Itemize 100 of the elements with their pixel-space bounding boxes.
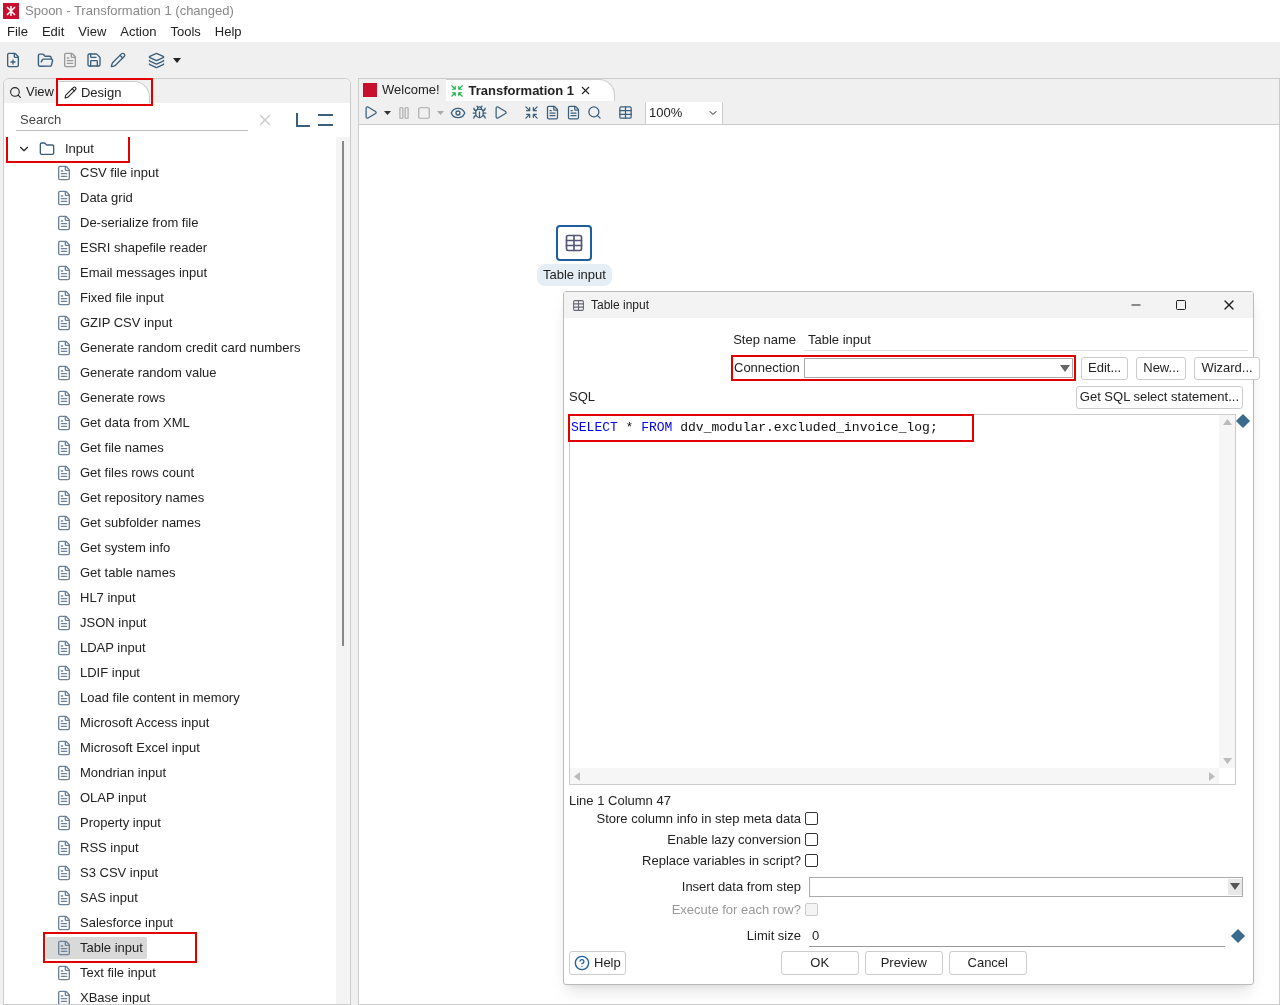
tree-item[interactable]: Generate rows (46, 386, 170, 409)
dialog-button[interactable]: Preview (864, 951, 943, 975)
checkbox[interactable] (805, 854, 818, 867)
connection-button[interactable]: Wizard... (1194, 356, 1260, 380)
save-icon[interactable] (86, 52, 102, 68)
grid-icon[interactable] (618, 105, 633, 120)
tree-item[interactable]: GZIP CSV input (46, 311, 177, 334)
tree-item[interactable]: Fixed file input (46, 286, 168, 309)
step-icon (56, 489, 72, 506)
step-icon (56, 289, 72, 306)
tree-item[interactable]: Get files rows count (46, 461, 199, 484)
tree-item[interactable]: Get file names (46, 436, 168, 459)
menu-item[interactable]: View (78, 22, 107, 42)
sql-code[interactable]: SELECT * FROM ddv_modular.excluded_invoice_log; (571, 417, 971, 439)
menu-item[interactable]: File (7, 22, 28, 42)
window-title: Spoon - Transformation 1 (changed) (25, 2, 234, 21)
table-step-node[interactable] (556, 225, 593, 261)
caret-icon[interactable] (384, 110, 391, 115)
tree-item[interactable]: LDIF input (46, 661, 144, 684)
menu-item[interactable]: Action (120, 22, 157, 42)
editor-tab[interactable]: Welcome! (359, 79, 444, 101)
step-icon (56, 564, 72, 581)
step-icon (56, 689, 72, 706)
tree-item[interactable]: Text file input (46, 961, 160, 984)
dialog-button[interactable]: OK (780, 951, 859, 975)
tree-item[interactable]: SAS input (46, 886, 142, 909)
step-name-field[interactable]: Table input (804, 329, 1248, 351)
run-icon[interactable] (363, 105, 378, 120)
tree-item[interactable]: S3 CSV input (46, 861, 163, 884)
step-icon (56, 589, 72, 606)
get-sql-button[interactable]: Get SQL select statement... (1075, 385, 1243, 409)
sql-icon[interactable] (566, 105, 581, 120)
tree-item[interactable]: ESRI shapefile reader (46, 236, 212, 259)
layers-icon[interactable] (148, 51, 165, 69)
impact-icon[interactable] (545, 105, 560, 120)
tree-item[interactable]: Get subfolder names (46, 511, 205, 534)
tree-item[interactable]: CSV file input (46, 161, 163, 184)
field-label: Step name (732, 331, 797, 350)
connection-button[interactable]: New... (1136, 356, 1187, 380)
folder-icon (39, 140, 55, 157)
dialog-button[interactable]: Cancel (948, 951, 1027, 975)
save-as-icon[interactable] (110, 52, 126, 68)
tree-item[interactable]: De-serialize from file (46, 211, 203, 234)
tree-item[interactable]: Email messages input (46, 261, 212, 284)
step-icon (56, 939, 72, 956)
tree-item[interactable]: Microsoft Access input (46, 711, 214, 734)
open-icon[interactable] (37, 51, 54, 69)
tree-item[interactable]: Generate random value (46, 361, 221, 384)
new-file-icon[interactable] (5, 52, 21, 68)
step-icon (56, 214, 72, 231)
maximize-icon[interactable] (1175, 299, 1187, 311)
tree-item[interactable]: Generate random credit card numbers (46, 336, 305, 359)
tree-folder[interactable]: Input (9, 137, 127, 160)
tree-item[interactable]: OLAP input (46, 786, 151, 809)
field-label: Connection (734, 359, 801, 378)
step-icon (56, 739, 72, 756)
tree-item[interactable]: Mondrian input (46, 761, 170, 784)
menu-item[interactable]: Tools (170, 22, 201, 42)
step-icon (56, 639, 72, 656)
step-label: Table input (537, 264, 612, 286)
menu-item[interactable]: Help (214, 22, 242, 42)
tree-item[interactable]: RSS input (46, 836, 143, 859)
tree-item[interactable]: Get data from XML (46, 411, 194, 434)
tree-item[interactable]: LDAP input (46, 636, 150, 659)
scrollbar[interactable] (336, 137, 350, 1004)
field-label: Store column info in step meta data (595, 809, 801, 828)
connection-button[interactable]: Edit... (1081, 356, 1129, 380)
tree-item[interactable]: Salesforce input (46, 911, 178, 934)
tree-item[interactable]: Data grid (46, 186, 137, 209)
tree-item[interactable]: Microsoft Excel input (46, 736, 204, 759)
tree-item[interactable]: Get table names (46, 561, 180, 584)
tree-item[interactable]: JSON input (46, 611, 151, 634)
dropdown-field[interactable] (809, 876, 1243, 897)
tree-item[interactable]: Property input (46, 811, 165, 834)
zoom-select[interactable]: 100% (645, 101, 723, 124)
field-label: Execute for each row? (670, 900, 801, 919)
pencil-icon (63, 86, 77, 99)
help-button[interactable]: Help (569, 951, 626, 975)
checkbox[interactable] (805, 833, 818, 846)
editor-tab[interactable]: Transformation 1 (445, 79, 616, 101)
step-icon (56, 364, 72, 381)
tree-item[interactable]: Get repository names (46, 486, 209, 509)
caret-icon[interactable] (173, 57, 181, 63)
tree-item[interactable]: HL7 input (46, 586, 140, 609)
sql-label: SQL (569, 388, 595, 407)
app-logo-icon (3, 3, 19, 19)
panel-tab[interactable]: View (4, 81, 59, 103)
search-field[interactable]: Search (16, 109, 248, 131)
debug-icon[interactable] (472, 105, 487, 120)
replay-icon[interactable] (493, 105, 508, 120)
checkbox[interactable] (805, 812, 818, 825)
explore-db-icon[interactable] (587, 105, 602, 120)
verify-icon[interactable] (524, 105, 539, 120)
table-icon (572, 298, 585, 312)
tree-item[interactable]: XBase input (46, 986, 155, 1004)
tree-item[interactable]: Table input (46, 936, 147, 959)
menu-item[interactable]: Edit (41, 22, 65, 42)
panel-tab[interactable]: Design (58, 81, 151, 103)
tree-item[interactable]: Get system info (46, 536, 175, 559)
tree-item[interactable]: Load file content in memory (46, 686, 244, 709)
